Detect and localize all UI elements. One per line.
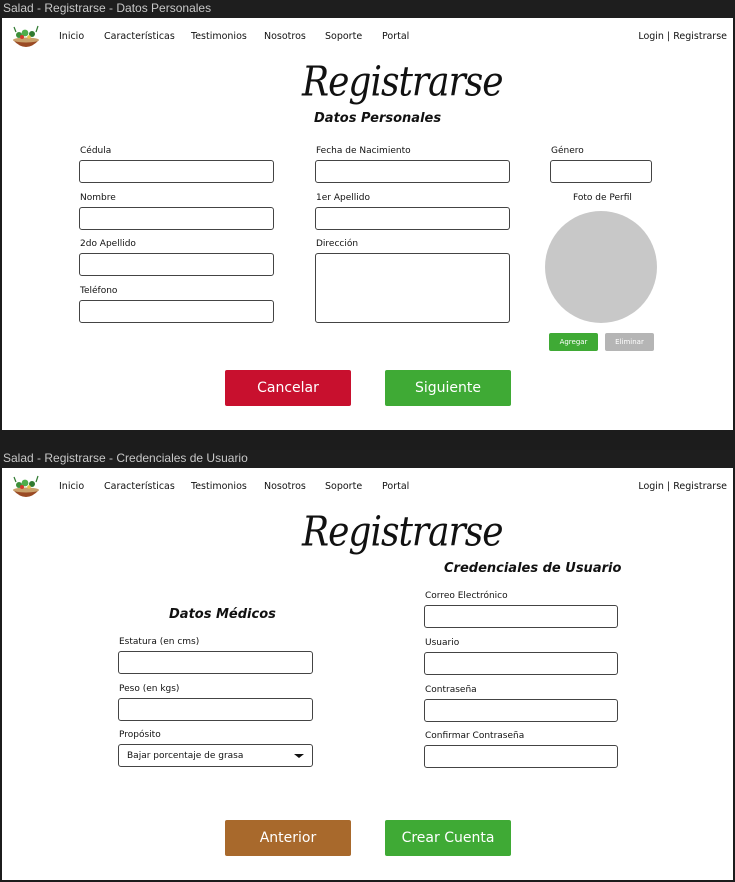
login-link[interactable]: Login: [638, 31, 664, 42]
nav-inicio-2[interactable]: Inicio: [59, 481, 84, 492]
salad-bowl-logo-2[interactable]: [10, 474, 42, 502]
confirm-password-input[interactable]: [424, 745, 618, 768]
cedula-input[interactable]: [79, 160, 274, 183]
second-surname-label: 2do Apellido: [80, 239, 136, 249]
second-surname-input[interactable]: [79, 253, 274, 276]
password-label: Contraseña: [425, 685, 477, 695]
window-title: Salad - Registrarse - Datos Personales: [3, 1, 212, 15]
name-input[interactable]: [79, 207, 274, 230]
nav-caracteristicas-2[interactable]: Características: [104, 481, 175, 492]
salad-bowl-logo[interactable]: [10, 24, 42, 52]
auth-separator-2: |: [663, 481, 674, 492]
nav-testimonios-2[interactable]: Testimonios: [191, 481, 247, 492]
credentials-subtitle: Credenciales de Usuario: [444, 561, 622, 576]
address-textarea[interactable]: [315, 253, 510, 323]
birthdate-label: Fecha de Nacimiento: [316, 146, 411, 156]
purpose-select[interactable]: Bajar porcentaje de grasa: [118, 744, 313, 767]
next-button[interactable]: Siguiente: [385, 370, 511, 406]
register-link[interactable]: Registrarse: [673, 31, 727, 42]
username-input[interactable]: [424, 652, 618, 675]
auth-links-2: Login | Registrarse: [638, 481, 727, 492]
auth-separator: |: [663, 31, 674, 42]
nav-nosotros[interactable]: Nosotros: [264, 31, 306, 42]
navbar-2: Inicio Características Testimonios Nosot…: [2, 468, 733, 506]
registration-credentials-panel: Inicio Características Testimonios Nosot…: [2, 468, 733, 880]
auth-links: Login | Registrarse: [638, 31, 727, 42]
chevron-down-icon: [294, 753, 304, 758]
username-label: Usuario: [425, 638, 460, 648]
birthdate-input[interactable]: [315, 160, 510, 183]
first-surname-label: 1er Apellido: [316, 193, 370, 203]
address-label: Dirección: [316, 239, 359, 249]
phone-input[interactable]: [79, 300, 274, 323]
gender-input[interactable]: [550, 160, 652, 183]
previous-button[interactable]: Anterior: [225, 820, 351, 856]
registration-personal-panel: Inicio Características Testimonios Nosot…: [2, 18, 733, 430]
confirm-password-label: Confirmar Contraseña: [425, 731, 525, 741]
name-label: Nombre: [80, 193, 116, 203]
navbar: Inicio Características Testimonios Nosot…: [2, 18, 733, 56]
password-input[interactable]: [424, 699, 618, 722]
nav-testimonios[interactable]: Testimonios: [191, 31, 247, 42]
page-title: Registrarse: [302, 58, 504, 107]
nav-soporte-2[interactable]: Soporte: [325, 481, 362, 492]
profile-photo-label: Foto de Perfil: [573, 193, 632, 203]
create-account-button[interactable]: Crear Cuenta: [385, 820, 511, 856]
nav-inicio[interactable]: Inicio: [59, 31, 84, 42]
email-label: Correo Electrónico: [425, 591, 508, 601]
cedula-label: Cédula: [80, 146, 112, 156]
height-input[interactable]: [118, 651, 313, 674]
nav-portal[interactable]: Portal: [382, 31, 409, 42]
weight-label: Peso (en kgs): [119, 684, 180, 694]
phone-label: Teléfono: [80, 286, 118, 296]
add-photo-button[interactable]: Agregar: [549, 333, 598, 351]
register-link-2[interactable]: Registrarse: [673, 481, 727, 492]
medical-subtitle: Datos Médicos: [169, 607, 276, 622]
window-title-bar-2: Salad - Registrarse - Credenciales de Us…: [0, 450, 735, 468]
purpose-selected-value: Bajar porcentaje de grasa: [127, 750, 244, 761]
purpose-label: Propósito: [119, 730, 161, 740]
nav-nosotros-2[interactable]: Nosotros: [264, 481, 306, 492]
cancel-button[interactable]: Cancelar: [225, 370, 351, 406]
window-title-2: Salad - Registrarse - Credenciales de Us…: [3, 451, 248, 465]
nav-soporte[interactable]: Soporte: [325, 31, 362, 42]
first-surname-input[interactable]: [315, 207, 510, 230]
weight-input[interactable]: [118, 698, 313, 721]
email-input[interactable]: [424, 605, 618, 628]
nav-caracteristicas[interactable]: Características: [104, 31, 175, 42]
profile-photo-placeholder: [545, 211, 657, 323]
remove-photo-button[interactable]: Eliminar: [605, 333, 654, 351]
nav-portal-2[interactable]: Portal: [382, 481, 409, 492]
gender-label: Género: [551, 146, 584, 156]
window-title-bar: Salad - Registrarse - Datos Personales: [0, 0, 735, 18]
height-label: Estatura (en cms): [119, 637, 200, 647]
login-link-2[interactable]: Login: [638, 481, 664, 492]
section-subtitle: Datos Personales: [314, 111, 442, 126]
page-title-2: Registrarse: [302, 508, 504, 557]
